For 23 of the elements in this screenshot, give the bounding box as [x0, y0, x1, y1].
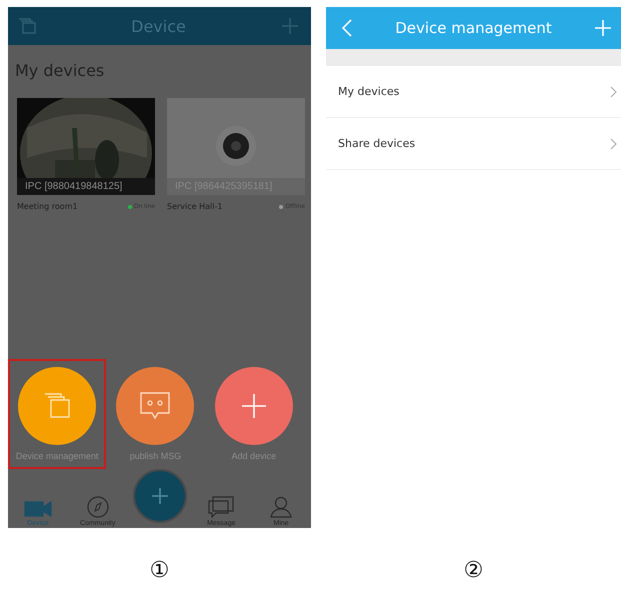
back-icon[interactable] — [342, 19, 352, 37]
device-thumbnail[interactable]: IPC [9880419848125] — [17, 98, 155, 195]
device-id: IPC [9880419848125] — [25, 181, 122, 192]
device-name: Service Hall-1 — [167, 202, 222, 211]
step-number: ② — [464, 558, 484, 583]
devices-icon — [43, 392, 72, 420]
list-item[interactable]: My devices — [326, 66, 621, 118]
add-icon — [151, 487, 170, 505]
chevron-icon — [610, 138, 617, 150]
screen-title: Device management — [395, 19, 552, 37]
add-icon[interactable] — [281, 17, 299, 35]
devices-icon[interactable] — [18, 18, 36, 34]
chevron-icon — [610, 86, 617, 98]
add-icon — [240, 393, 267, 419]
chat-icon — [208, 496, 234, 518]
person-icon — [270, 496, 292, 518]
compass-icon — [86, 496, 109, 518]
list-item[interactable]: Share devices — [326, 118, 621, 170]
device-name: Meeting room1 — [17, 202, 78, 211]
video-camera-icon — [24, 500, 52, 518]
step-number: ① — [150, 558, 170, 583]
chat-icon — [139, 390, 172, 422]
section-title: My devices — [15, 61, 106, 80]
